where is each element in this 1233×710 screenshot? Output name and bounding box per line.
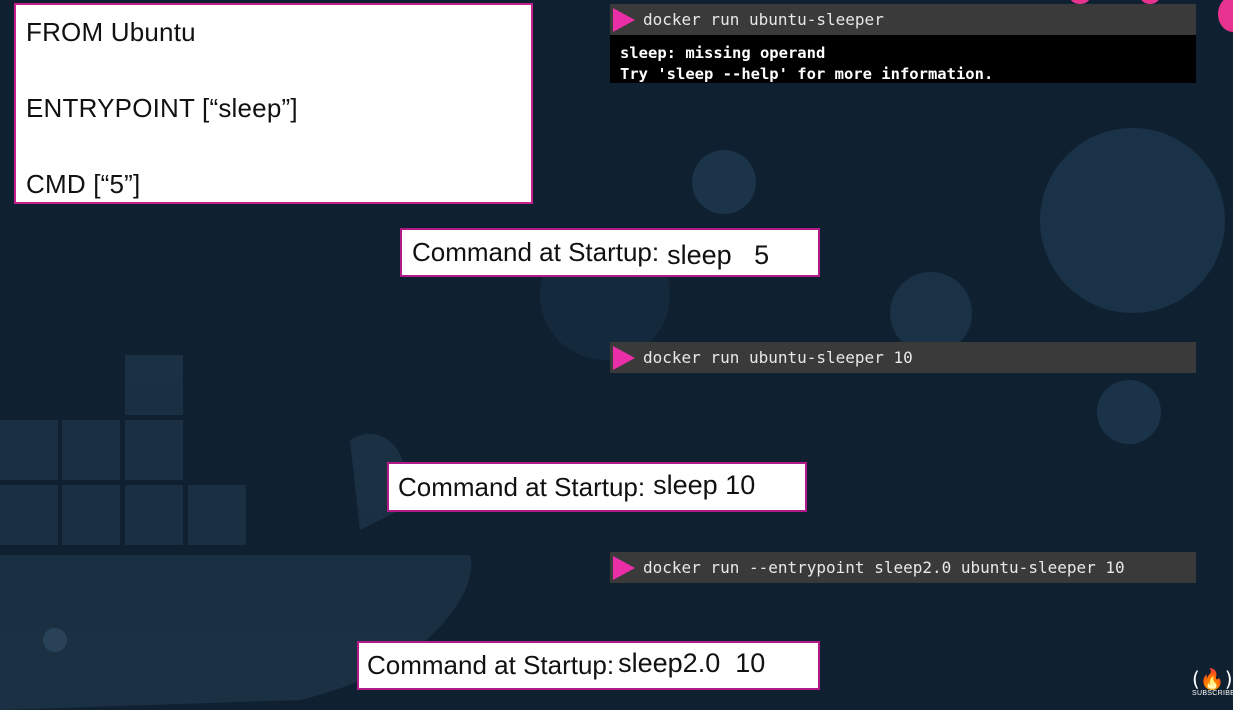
terminal-output-line: sleep: missing operand — [620, 44, 826, 62]
subscribe-label: SUBSCRIBE — [1192, 690, 1233, 697]
terminal-output-line: Try 'sleep --help' for more information. — [620, 65, 994, 83]
dockerfile-cmd-line: CMD [“5”] — [26, 169, 141, 199]
terminal-2: docker run ubuntu-sleeper 10 — [610, 342, 1196, 373]
prompt-arrow-icon — [613, 345, 635, 370]
terminal-command-bar: docker run ubuntu-sleeper — [610, 4, 1196, 35]
dockerfile-from-line: FROM Ubuntu — [26, 17, 196, 47]
startup-value: sleep 10 — [653, 469, 756, 500]
startup-label: Command at Startup: — [398, 471, 646, 502]
background-circle — [1097, 380, 1161, 444]
startup-label: Command at Startup: — [412, 237, 660, 267]
terminal-3: docker run --entrypoint sleep2.0 ubuntu-… — [610, 552, 1196, 583]
terminal-1: docker run ubuntu-sleeper sleep: missing… — [610, 4, 1196, 83]
terminal-command: docker run ubuntu-sleeper 10 — [643, 348, 913, 367]
startup-value: sleep2.0 10 — [618, 648, 766, 678]
terminal-command: docker run --entrypoint sleep2.0 ubuntu-… — [643, 558, 1125, 577]
startup-value: sleep 5 — [667, 240, 770, 270]
fire-icon: (🔥) — [1192, 667, 1233, 691]
startup-label: Command at Startup: — [367, 650, 615, 680]
prompt-arrow-icon — [613, 555, 635, 580]
startup-command-box: Command at Startup: sleep 5 — [400, 228, 820, 277]
accent-circle — [1218, 0, 1233, 32]
terminal-command: docker run ubuntu-sleeper — [643, 10, 884, 29]
terminal-command-bar: docker run --entrypoint sleep2.0 ubuntu-… — [610, 552, 1196, 583]
startup-command-box: Command at Startup: sleep 10 — [387, 462, 807, 512]
dockerfile-box: FROM Ubuntu ENTRYPOINT [“sleep”] CMD [“5… — [14, 3, 533, 204]
subscribe-button[interactable]: (🔥) SUBSCRIBE — [1192, 667, 1233, 708]
prompt-arrow-icon — [613, 7, 635, 32]
background-circle — [692, 150, 756, 214]
background-circle — [1040, 128, 1225, 313]
dockerfile-entrypoint-line: ENTRYPOINT [“sleep”] — [26, 93, 298, 123]
terminal-output: sleep: missing operand Try 'sleep --help… — [610, 35, 1196, 83]
startup-command-box: Command at Startup: sleep2.0 10 — [357, 641, 820, 690]
terminal-command-bar: docker run ubuntu-sleeper 10 — [610, 342, 1196, 373]
